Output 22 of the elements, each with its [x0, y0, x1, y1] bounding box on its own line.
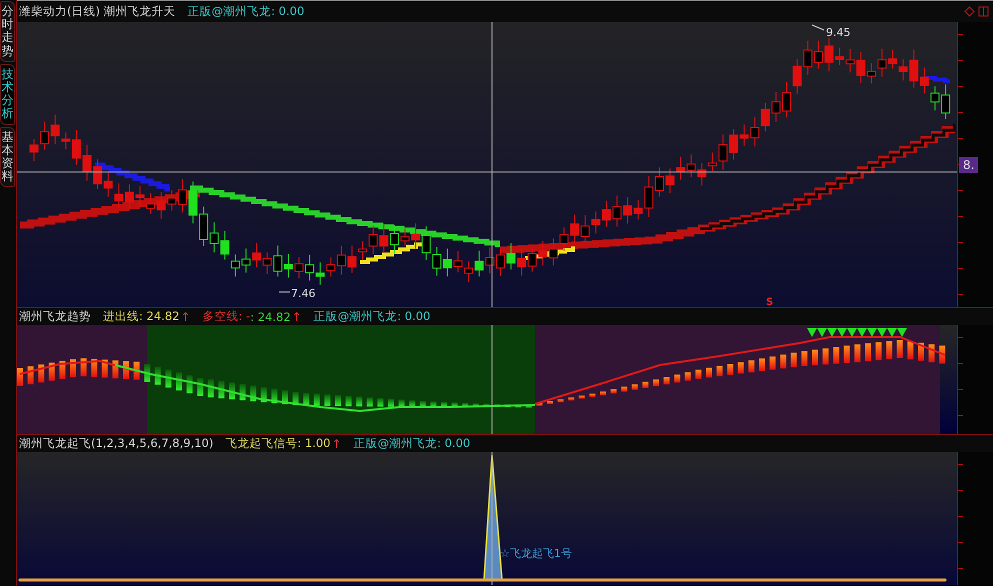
legend-value: 正版@潮州飞龙: 0.00	[354, 436, 470, 451]
legend-value: 飞龙起飞信号: 1.00	[225, 436, 330, 451]
indicator-title: 潮州飞龙趋势	[19, 309, 91, 324]
split-window-icon[interactable]	[978, 6, 989, 17]
legend-value: 多空线: -	[202, 309, 250, 324]
legend-value: 进出线: 24.82	[103, 309, 180, 324]
side-tab[interactable]: 基本资料	[0, 126, 15, 188]
legend-value: : 24.82	[250, 310, 291, 324]
legend-value: 正版@潮州飞龙: 0.00	[314, 309, 430, 324]
up-arrow-mark: ↑	[292, 310, 302, 324]
legend-value: 正版@潮州飞龙: 0.00	[188, 4, 304, 19]
security-title: 潍柴动力(日线) 潮州飞龙升天	[19, 4, 176, 19]
up-arrow-mark: ↑	[332, 436, 342, 450]
signal-mark: S	[766, 297, 774, 307]
up-arrow-mark: ↑	[180, 310, 191, 324]
price-tag: 8.	[959, 157, 978, 173]
indicator-title: 潮州飞龙起飞(1,2,3,4,5,6,7,8,9,10)	[19, 436, 214, 451]
side-tab[interactable]: 分时走势	[0, 1, 15, 62]
side-tab[interactable]: 技术分析	[0, 64, 15, 124]
diamond-icon[interactable]	[964, 6, 975, 17]
signal-label: ☆飞龙起飞1号	[500, 547, 572, 560]
stair-band	[925, 76, 950, 84]
